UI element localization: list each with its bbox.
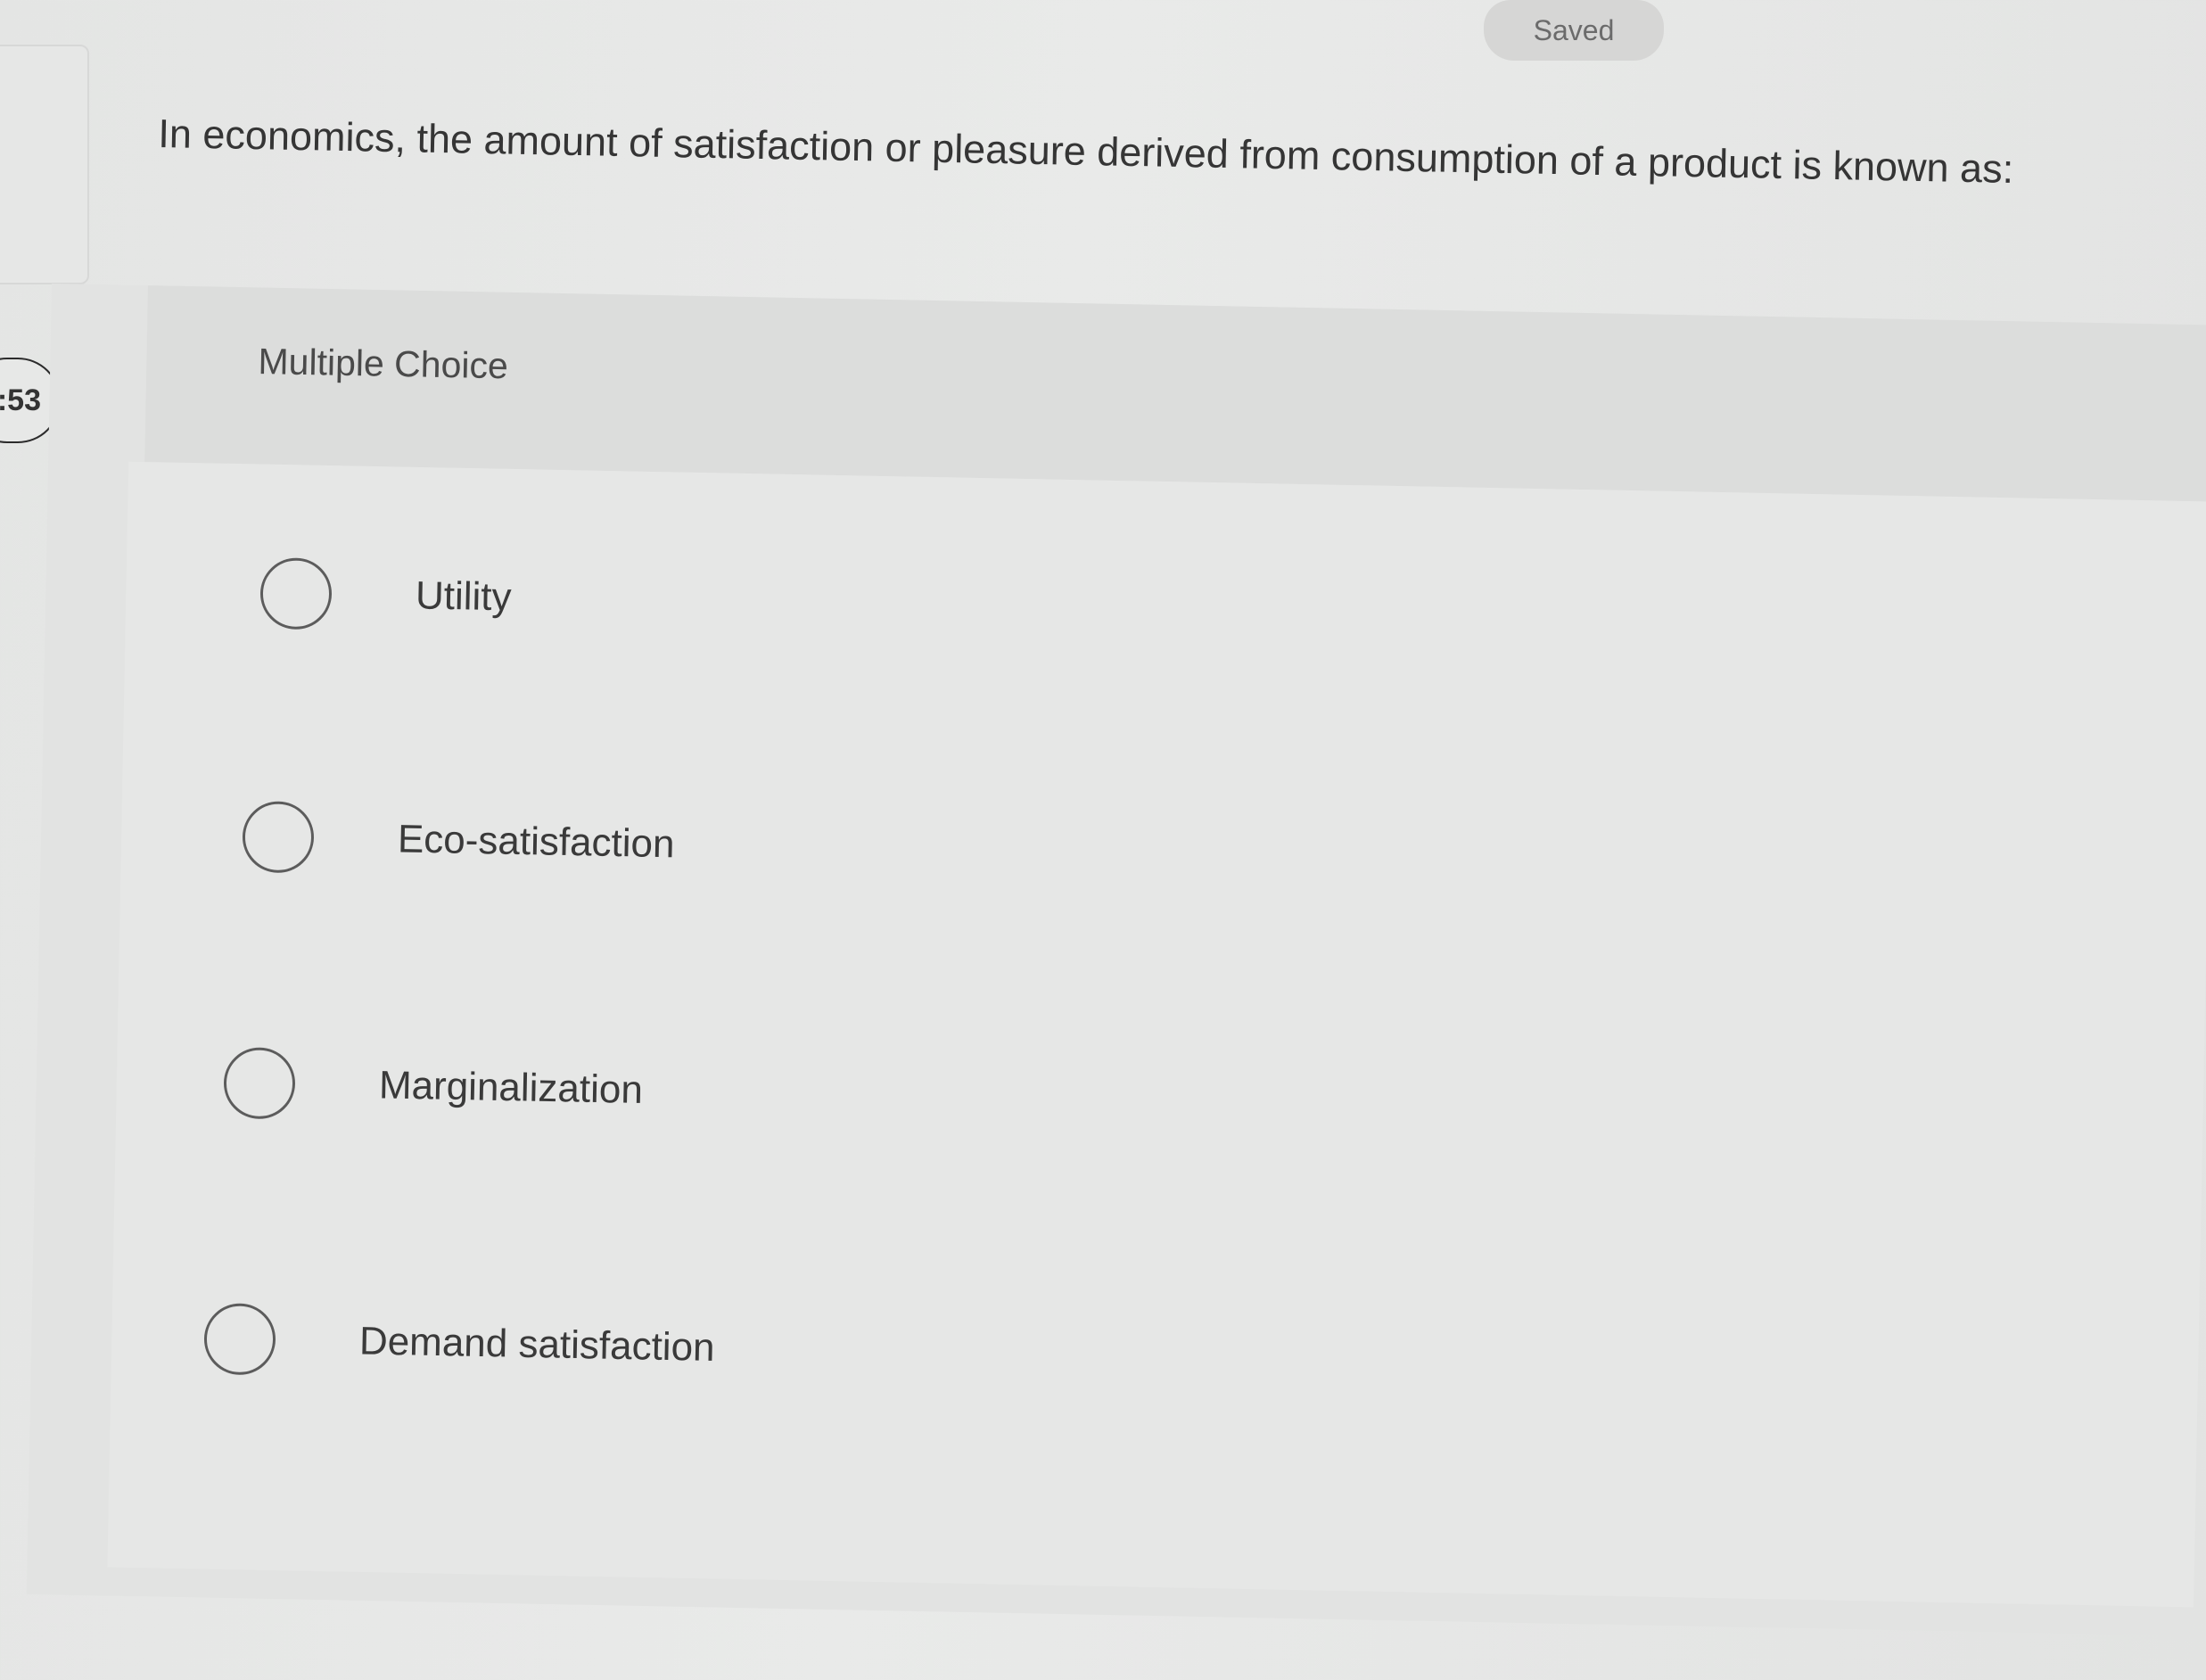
answer-card-body [107,461,2206,1608]
answer-option-demand-satisfaction[interactable]: Demand satisfaction [203,1303,715,1384]
timer-text: :53 [0,383,41,417]
question-type-label: Multiple Choice [258,341,509,387]
saved-status-badge: Saved [1484,0,1664,61]
answer-card [26,284,2206,1636]
answer-option-label[interactable]: Eco-satisfaction [397,817,675,867]
saved-status-label: Saved [1533,13,1615,46]
question-prompt: In economics, the amount of satisfaction… [157,110,2014,192]
radio-button[interactable] [242,801,315,874]
answer-option-eco-satisfaction[interactable]: Eco-satisfaction [242,801,675,880]
answer-option-utility[interactable]: Utility [259,557,512,633]
radio-button[interactable] [203,1303,276,1376]
radio-button[interactable] [223,1047,296,1120]
left-side-panel [0,45,89,284]
answer-option-label[interactable]: Marginalization [378,1063,644,1113]
answer-option-label[interactable]: Demand satisfaction [358,1319,716,1371]
answer-option-label[interactable]: Utility [415,573,512,620]
answer-option-marginalization[interactable]: Marginalization [223,1047,643,1126]
radio-button[interactable] [259,557,333,630]
